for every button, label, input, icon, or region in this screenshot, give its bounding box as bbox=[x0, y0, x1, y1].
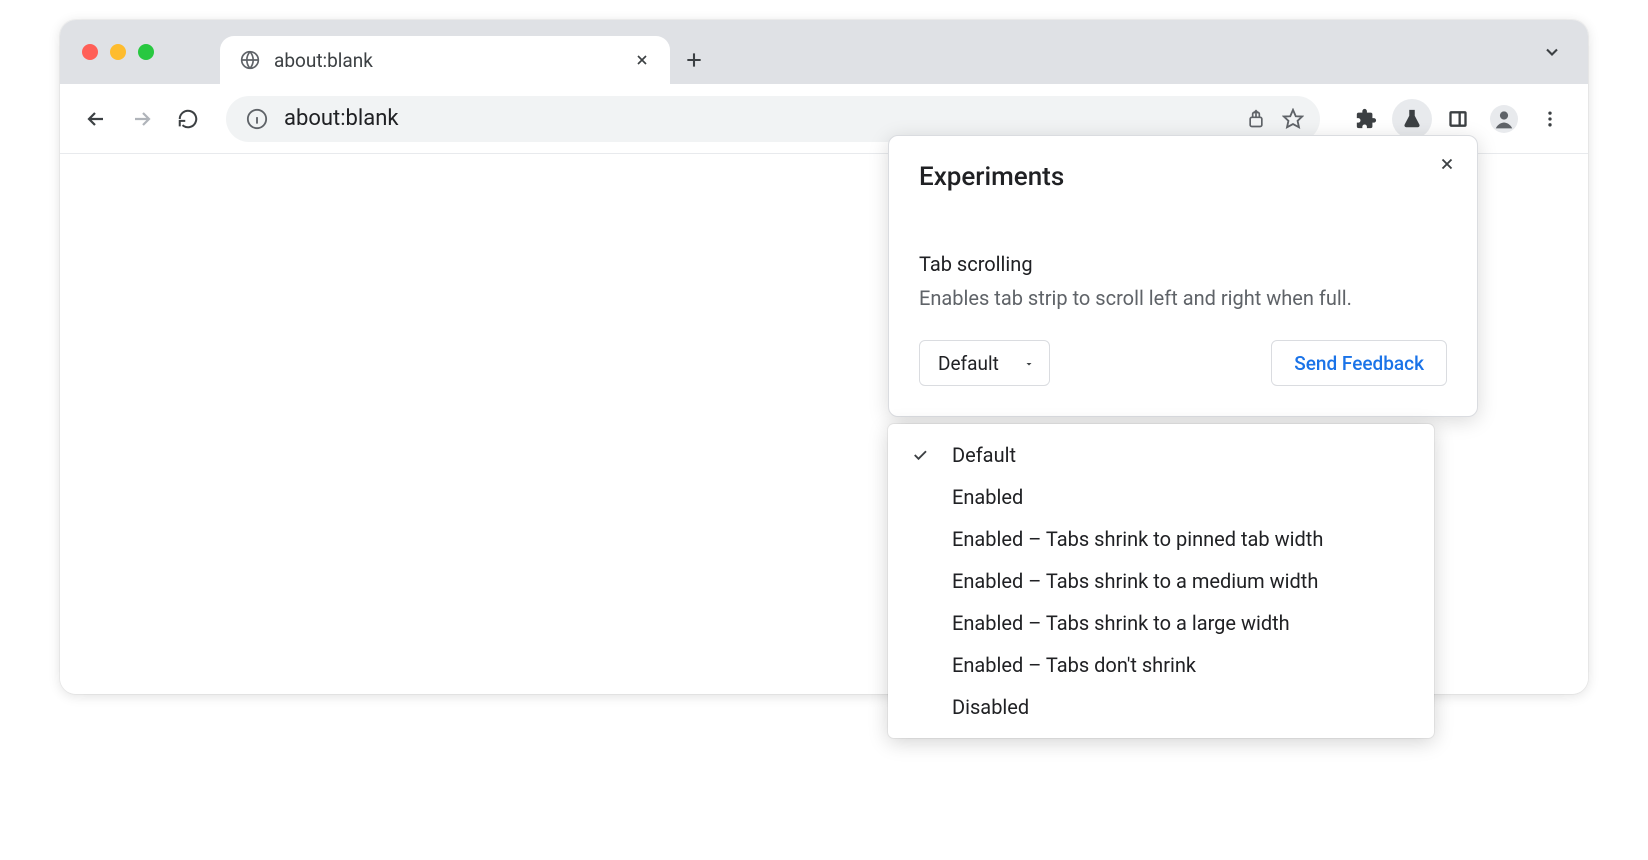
dropdown-option-label: Enabled – Tabs shrink to a medium width bbox=[952, 569, 1434, 593]
send-feedback-label: Send Feedback bbox=[1294, 352, 1424, 375]
window-controls bbox=[82, 44, 154, 60]
dropdown-option[interactable]: Enabled – Tabs don't shrink bbox=[888, 644, 1434, 686]
experiment-description: Enables tab strip to scroll left and rig… bbox=[919, 284, 1447, 312]
dropdown-option-label: Disabled bbox=[952, 695, 1434, 719]
tab-list-chevron-button[interactable] bbox=[1542, 42, 1562, 66]
browser-tab[interactable]: about:blank bbox=[220, 36, 670, 84]
dropdown-option-label: Enabled – Tabs shrink to pinned tab widt… bbox=[952, 527, 1434, 551]
new-tab-button[interactable] bbox=[670, 36, 718, 84]
experiment-name: Tab scrolling bbox=[919, 252, 1447, 276]
toolbar-right bbox=[1346, 99, 1570, 139]
dropdown-menu: Default Enabled Enabled – Tabs shrink to p… bbox=[888, 424, 1434, 738]
reload-button[interactable] bbox=[170, 101, 206, 137]
dropdown-selected-label: Default bbox=[938, 352, 999, 375]
info-icon bbox=[246, 108, 268, 130]
popup-title: Experiments bbox=[919, 162, 1447, 192]
side-panel-button[interactable] bbox=[1438, 99, 1478, 139]
dropdown-option[interactable]: Enabled – Tabs shrink to pinned tab widt… bbox=[888, 518, 1434, 560]
window-minimize-button[interactable] bbox=[110, 44, 126, 60]
dropdown-option[interactable]: Enabled – Tabs shrink to a medium width bbox=[888, 560, 1434, 602]
tab-title: about:blank bbox=[274, 49, 616, 72]
menu-button[interactable] bbox=[1530, 99, 1570, 139]
forward-button[interactable] bbox=[124, 101, 160, 137]
address-bar-text: about:blank bbox=[284, 106, 1230, 131]
popup-close-button[interactable] bbox=[1433, 150, 1461, 178]
dropdown-option[interactable]: Default bbox=[888, 434, 1434, 476]
window-maximize-button[interactable] bbox=[138, 44, 154, 60]
experiment-state-dropdown[interactable]: Default bbox=[919, 340, 1050, 386]
window-close-button[interactable] bbox=[82, 44, 98, 60]
check-icon bbox=[888, 446, 952, 464]
send-feedback-button[interactable]: Send Feedback bbox=[1271, 340, 1447, 386]
dropdown-option-label: Enabled – Tabs don't shrink bbox=[952, 653, 1434, 677]
back-button[interactable] bbox=[78, 101, 114, 137]
profile-avatar-button[interactable] bbox=[1484, 99, 1524, 139]
bookmark-star-icon[interactable] bbox=[1282, 108, 1304, 130]
globe-icon bbox=[240, 50, 260, 70]
dropdown-option[interactable]: Enabled bbox=[888, 476, 1434, 518]
dropdown-option-label: Enabled – Tabs shrink to a large width bbox=[952, 611, 1434, 635]
share-icon[interactable] bbox=[1246, 109, 1266, 129]
dropdown-option-label: Default bbox=[952, 443, 1434, 467]
dropdown-option-label: Enabled bbox=[952, 485, 1434, 509]
experiments-flask-button[interactable] bbox=[1392, 99, 1432, 139]
extensions-button[interactable] bbox=[1346, 99, 1386, 139]
tab-strip: about:blank bbox=[60, 20, 1588, 84]
dropdown-option[interactable]: Disabled bbox=[888, 686, 1434, 728]
dropdown-option[interactable]: Enabled – Tabs shrink to a large width bbox=[888, 602, 1434, 644]
tab-close-button[interactable] bbox=[630, 48, 654, 72]
experiments-popup: Experiments Tab scrolling Enables tab st… bbox=[888, 135, 1478, 417]
dropdown-arrow-icon bbox=[1023, 352, 1035, 375]
